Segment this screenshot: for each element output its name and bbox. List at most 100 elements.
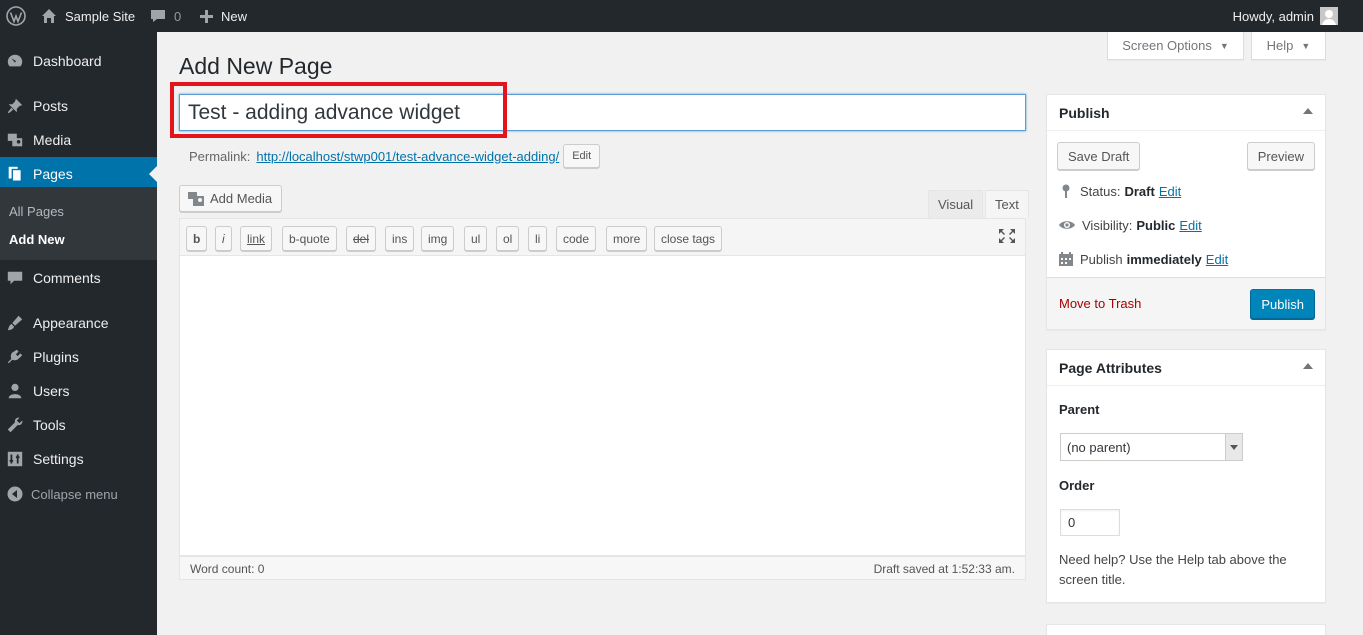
tab-visual[interactable]: Visual [928,190,984,219]
publish-time-row: Publish immediately Edit [1058,251,1228,267]
menu-label: Media [33,132,72,148]
help-text: Need help? Use the Help tab above the sc… [1059,552,1287,587]
screen-options-button[interactable]: Screen Options ▼ [1107,32,1244,60]
site-name-link[interactable]: Sample Site [41,0,135,32]
paintbrush-icon [6,314,24,332]
submenu-all-pages[interactable]: All Pages [9,204,64,219]
menu-item-posts[interactable]: Posts [0,89,157,123]
media-icon [188,191,204,206]
add-media-button[interactable]: Add Media [179,185,283,212]
media-icon [6,131,24,149]
pin-icon [1062,184,1070,198]
comments-count: 0 [174,8,182,24]
order-input[interactable]: 0 [1060,509,1120,536]
avatar [1320,7,1338,25]
autosave-status: Draft saved at 1:52:33 am. [873,562,1015,576]
publish-time-value: immediately [1126,251,1202,267]
qt-link-button[interactable]: link [240,226,273,251]
comment-icon [150,8,166,24]
users-icon [6,382,24,400]
qt-li-button[interactable]: li [528,226,548,251]
save-draft-button[interactable]: Save Draft [1057,142,1141,170]
qt-italic-button[interactable]: i [215,226,232,251]
howdy-text: Howdy, admin [1232,8,1314,24]
page-attributes-title: Page Attributes [1059,359,1162,376]
status-edit-link[interactable]: Edit [1159,184,1181,199]
publish-time-label: Publish [1080,251,1123,267]
qt-bold-button[interactable]: b [186,226,208,251]
visibility-label: Visibility: [1082,217,1133,233]
collapse-toggle-icon[interactable] [1303,108,1313,114]
tab-text[interactable]: Text [985,190,1029,219]
qt-img-button[interactable]: img [421,226,455,251]
visibility-row: Visibility: Public Edit [1058,217,1202,233]
my-account-link[interactable]: Howdy, admin [1233,0,1338,32]
submenu-add-new[interactable]: Add New [9,232,65,247]
publish-box-title: Publish [1059,104,1110,121]
publish-time-edit-link[interactable]: Edit [1206,252,1228,267]
add-media-label: Add Media [210,191,273,206]
parent-select[interactable]: (no parent) [1060,433,1243,461]
qt-ul-button[interactable]: ul [464,226,488,251]
menu-item-dashboard[interactable]: Dashboard [0,44,157,78]
calendar-icon [1059,252,1073,266]
wrench-icon [6,416,24,434]
next-postbox-partial [1046,624,1326,635]
major-publishing-actions: Move to Trash Publish [1047,277,1325,329]
new-content-link[interactable]: New [199,0,247,32]
menu-label: Tools [33,417,66,433]
wordpress-logo-icon[interactable] [6,0,26,32]
page-attributes-header[interactable]: Page Attributes [1047,350,1325,386]
new-label: New [221,8,248,24]
scrollbar[interactable] [1346,32,1363,635]
pushpin-icon [6,97,24,115]
move-to-trash-link[interactable]: Move to Trash [1059,296,1141,311]
pages-submenu: All Pages Add New [0,187,157,260]
preview-button[interactable]: Preview [1246,142,1315,170]
menu-item-settings[interactable]: Settings [0,442,157,476]
permalink-edit-button[interactable]: Edit [563,144,601,168]
qt-ol-button[interactable]: ol [496,226,520,251]
help-button[interactable]: Help ▼ [1251,32,1326,60]
qt-close-tags-button[interactable]: close tags [654,226,723,251]
comments-link[interactable]: 0 [150,0,181,32]
collapse-toggle-icon[interactable] [1303,363,1313,369]
content-textarea[interactable] [179,256,1026,556]
publish-box-header[interactable]: Publish [1047,95,1325,131]
title-input[interactable] [179,94,1026,131]
menu-item-pages[interactable]: Pages [0,157,157,191]
visibility-edit-link[interactable]: Edit [1179,218,1201,233]
plus-icon [199,9,214,24]
site-name: Sample Site [65,8,136,24]
menu-item-media[interactable]: Media [0,123,157,157]
collapse-menu-button[interactable]: Collapse menu [0,482,157,506]
menu-label: Dashboard [33,53,102,69]
settings-icon [6,450,24,468]
menu-item-appearance[interactable]: Appearance [0,306,157,340]
qt-more-button[interactable]: more [606,226,648,251]
plugin-icon [6,348,24,366]
permalink-url[interactable]: http://localhost/stwp001/test-advance-wi… [256,149,559,164]
menu-item-comments[interactable]: Comments [0,261,157,295]
parent-selected-value: (no parent) [1067,439,1131,455]
caret-down-icon: ▼ [1219,40,1229,51]
menu-label: Pages [33,166,73,182]
menu-item-tools[interactable]: Tools [0,408,157,442]
qt-blockquote-button[interactable]: b-quote [282,226,337,251]
menu-item-plugins[interactable]: Plugins [0,340,157,374]
pages-icon [6,165,24,183]
order-value: 0 [1068,515,1076,530]
permalink-label: Permalink: [189,148,251,164]
fullscreen-icon[interactable] [998,228,1018,246]
publish-button[interactable]: Publish [1250,289,1315,319]
menu-label: Posts [33,98,69,114]
qt-ins-button[interactable]: ins [385,226,415,251]
collapse-icon [7,486,23,502]
menu-item-users[interactable]: Users [0,374,157,408]
word-count: Word count: 0 [190,562,265,576]
dashboard-icon [6,52,24,70]
status-value: Draft [1124,183,1155,199]
qt-code-button[interactable]: code [556,226,597,251]
qt-del-button[interactable]: del [346,226,377,251]
editor-status-bar: Word count: 0 Draft saved at 1:52:33 am. [179,556,1026,580]
